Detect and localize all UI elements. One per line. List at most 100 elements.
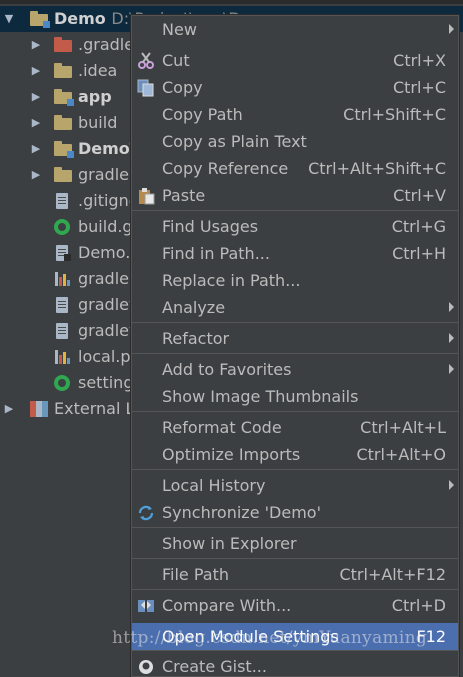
text-file-icon: [54, 193, 72, 209]
folder-icon: [54, 63, 72, 79]
menu-item-shortcut: Ctrl+G: [391, 217, 446, 236]
menu-separator: [132, 589, 458, 590]
menu-item-label: Add to Favorites: [162, 360, 292, 379]
scissors-icon: [137, 52, 155, 70]
menu-item-label: Copy Path: [162, 105, 243, 124]
menu-item-new[interactable]: New: [132, 16, 458, 43]
menu-item-find-in-path[interactable]: Find in Path... Ctrl+H: [132, 240, 458, 267]
submenu-arrow-icon: [449, 364, 454, 374]
collapse-arrow-icon[interactable]: ▶: [30, 136, 42, 162]
menu-item-compare-with[interactable]: Compare With... Ctrl+D: [132, 592, 458, 619]
menu-item-label: Show in Explorer: [162, 534, 297, 553]
root-label: Demo: [54, 9, 106, 28]
gradle-file-icon: [54, 375, 72, 391]
menu-item-shortcut: Ctrl+Shift+C: [343, 105, 446, 124]
menu-item-shortcut: Ctrl+Alt+L: [360, 418, 446, 437]
menu-item-label: New: [162, 20, 197, 39]
menu-item-label: File Path: [162, 565, 230, 584]
menu-item-synchronize-demo[interactable]: Synchronize 'Demo': [132, 499, 458, 526]
folder-icon: [54, 115, 72, 131]
menu-item-show-image-thumbnails[interactable]: Show Image Thumbnails: [132, 383, 458, 410]
tree-row-label: gradlev: [78, 321, 139, 340]
collapse-arrow-icon[interactable]: ▶: [30, 32, 42, 58]
menu-item-paste[interactable]: Paste Ctrl+V: [132, 182, 458, 209]
menu-item-refactor[interactable]: Refactor: [132, 325, 458, 352]
libraries-icon: [30, 401, 48, 417]
module-folder-icon: [30, 11, 50, 28]
menu-item-local-history[interactable]: Local History: [132, 472, 458, 499]
tree-row-label: Demo.i: [78, 243, 135, 262]
menu-item-label: Cut: [162, 51, 190, 70]
menu-item-shortcut: Ctrl+C: [392, 78, 446, 97]
external-libraries-label: External Li: [54, 399, 139, 418]
menu-item-shortcut: Ctrl+V: [393, 186, 446, 205]
folder-icon: [54, 167, 72, 183]
menu-item-cut[interactable]: Cut Ctrl+X: [132, 47, 458, 74]
collapse-arrow-icon[interactable]: ▶: [30, 84, 42, 110]
menu-item-reformat-code[interactable]: Reformat Code Ctrl+Alt+L: [132, 414, 458, 441]
submenu-arrow-icon: [449, 480, 454, 490]
menu-separator: [132, 353, 458, 354]
menu-item-label: Paste: [162, 186, 206, 205]
module-file-icon: [54, 245, 72, 261]
menu-item-copy[interactable]: Copy Ctrl+C: [132, 74, 458, 101]
submenu-arrow-icon: [449, 333, 454, 343]
menu-item-label: Reformat Code: [162, 418, 282, 437]
menu-item-copy-path[interactable]: Copy Path Ctrl+Shift+C: [132, 101, 458, 128]
menu-item-file-path[interactable]: File Path Ctrl+Alt+F12: [132, 561, 458, 588]
menu-item-shortcut: Ctrl+Alt+Shift+C: [308, 159, 446, 178]
menu-item-label: Optimize Imports: [162, 445, 301, 464]
menu-item-label: Compare With...: [162, 596, 292, 615]
collapse-arrow-icon[interactable]: ▶: [30, 58, 42, 84]
sync-icon: [137, 504, 155, 522]
menu-item-shortcut: Ctrl+Alt+O: [356, 445, 446, 464]
watermark-text: http://blog.csdn.net/ymYuanyaming: [112, 628, 428, 648]
tree-row-label: gradlev: [78, 295, 139, 314]
menu-item-optimize-imports[interactable]: Optimize Imports Ctrl+Alt+O: [132, 441, 458, 468]
tree-row-label: .idea: [78, 61, 118, 80]
menu-item-label: Find in Path...: [162, 244, 270, 263]
menu-item-copy-reference[interactable]: Copy Reference Ctrl+Alt+Shift+C: [132, 155, 458, 182]
collapse-arrow-icon[interactable]: ▶: [3, 396, 15, 422]
collapse-arrow-icon[interactable]: ▶: [30, 110, 42, 136]
text-file-icon: [54, 323, 72, 339]
tree-row-label: local.pr: [78, 347, 138, 366]
module-folder-icon: [54, 141, 74, 158]
paste-icon: [137, 187, 155, 205]
menu-item-shortcut: Ctrl+H: [392, 244, 446, 263]
expand-arrow-icon[interactable]: ▼: [3, 6, 15, 32]
menu-item-create-gist[interactable]: Create Gist...: [132, 653, 458, 676]
collapse-arrow-icon[interactable]: ▶: [30, 162, 42, 188]
copy-icon: [137, 79, 155, 97]
menu-item-add-to-favorites[interactable]: Add to Favorites: [132, 356, 458, 383]
menu-item-label: Analyze: [162, 298, 226, 317]
tree-row-label: app: [78, 87, 112, 106]
menu-item-label: Refactor: [162, 329, 230, 348]
menu-item-label: Copy Reference: [162, 159, 289, 178]
menu-separator: [132, 650, 458, 651]
submenu-arrow-icon: [449, 302, 454, 312]
menu-item-shortcut: Ctrl+X: [393, 51, 446, 70]
menu-separator: [132, 411, 458, 412]
menu-item-replace-in-path[interactable]: Replace in Path...: [132, 267, 458, 294]
menu-item-label: Copy: [162, 78, 203, 97]
menu-item-show-in-explorer[interactable]: Show in Explorer: [132, 530, 458, 557]
submenu-arrow-icon: [449, 24, 454, 34]
gradle-file-icon: [54, 219, 72, 235]
menu-separator: [132, 558, 458, 559]
menu-item-label: Replace in Path...: [162, 271, 301, 290]
github-icon: [137, 658, 155, 676]
menu-item-copy-as-plain-text[interactable]: Copy as Plain Text: [132, 128, 458, 155]
menu-item-label: Local History: [162, 476, 266, 495]
menu-item-label: Find Usages: [162, 217, 259, 236]
tree-row-label: setting: [78, 373, 134, 392]
toolbar-edge: [0, 0, 463, 4]
menu-item-find-usages[interactable]: Find Usages Ctrl+G: [132, 213, 458, 240]
menu-item-analyze[interactable]: Analyze: [132, 294, 458, 321]
excluded-folder-icon: [54, 37, 72, 53]
tree-row-label: .gitignc: [78, 191, 138, 210]
menu-item-label: Copy as Plain Text: [162, 132, 307, 151]
context-menu: New Cut Ctrl+X Copy Ctrl+C Copy Path Ctrl+Shif…: [131, 15, 459, 677]
properties-file-icon: [54, 349, 72, 365]
menu-item-shortcut: Ctrl+D: [391, 596, 446, 615]
